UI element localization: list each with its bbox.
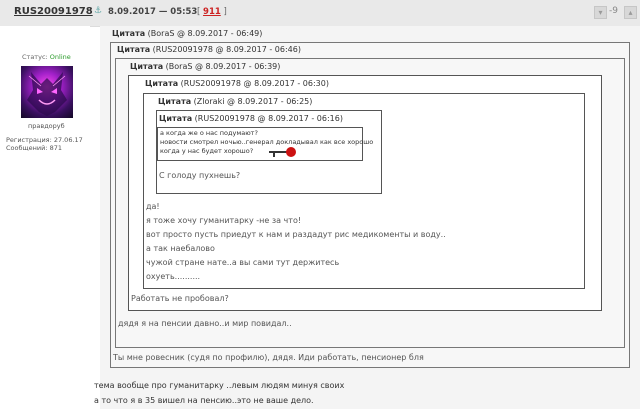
quote-line: новости смотрел ночью..генерал докладыва… [160,138,374,146]
post-author-link[interactable]: RUS20091978 [14,6,93,17]
post-rating: -9 [609,6,618,16]
quote-title: Цитата (BoraS @ 8.09.2017 - 06:39) [130,62,281,71]
user-status: Статус: Online [22,53,71,61]
post-content: Цитата (BoraS @ 8.09.2017 - 06:49) Цитат… [94,26,640,409]
user-rank: правдоруб [28,122,65,130]
quote-block-1: Цитата (RUS20091978 @ 8.09.2017 - 06:46)… [110,42,630,368]
quote-block-6: а когда же о нас подумают? новости смотр… [157,127,373,161]
reply-text: Работать не пробовал? [131,294,229,303]
quote-block-5: Цитата (RUS20091978 @ 8.09.2017 - 06:16)… [156,110,382,194]
post-body-line: а то что я в 35 вишел на пенсию..это не … [94,396,314,405]
reply-text: дядя я на пенсии давно..и мир повидал.. [118,319,292,328]
user-info-panel: Статус: Online правдоруб Регистрация: 27… [0,26,90,409]
post-date: 8.09.2017 — 05:53 [108,7,198,17]
quote-title: Цитата (RUS20091978 @ 8.09.2017 - 06:30) [145,79,329,88]
quote-block-4: Цитата (Zloraki @ 8.09.2017 - 06:25) Цит… [143,93,585,289]
post-body-line: тема вообще про гуманитарку ..левым людя… [94,381,345,390]
user-registration: Регистрация: 27.06.17 [6,136,83,144]
reply-line: я тоже хочу гуманитарку -не за что! [146,216,302,225]
post-number: [ 911 ] [197,7,227,17]
reply-text: С голоду пухнешь? [159,171,241,180]
vote-down-icon[interactable]: ▾ [594,6,607,19]
reply-line: охуеть.......... [146,272,201,281]
quote-block-3: Цитата (RUS20091978 @ 8.09.2017 - 06:30)… [128,75,602,311]
quote-line: когда у нас будет хорошо? [160,147,254,155]
quote-title: Цитата (Zloraki @ 8.09.2017 - 06:25) [158,97,313,106]
gun-emoticon-icon [269,147,296,157]
anchor-icon[interactable]: ⚓ [94,6,102,16]
reply-line: а так наебалово [146,244,215,253]
reply-line: вот просто пусть приедут к нам и раздаду… [146,230,446,239]
post-header: RUS20091978 ⚓ 8.09.2017 — 05:53 [ 911 ] … [0,0,640,27]
quote-line: а когда же о нас подумают? [160,129,258,137]
post-number-link[interactable]: 911 [203,7,221,17]
avatar[interactable] [21,66,73,118]
vote-up-icon[interactable]: ▴ [624,6,637,19]
reply-line: да! [146,202,160,211]
quote-title: Цитата (BoraS @ 8.09.2017 - 06:49) [112,29,263,38]
wolf-avatar-icon [27,72,67,116]
user-message-count: Сообщений: 871 [6,144,62,152]
quote-block-2: Цитата (BoraS @ 8.09.2017 - 06:39) Цитат… [115,58,625,348]
reply-line: чужой стране нате..а вы сами тут держите… [146,258,340,267]
quote-title: Цитата (RUS20091978 @ 8.09.2017 - 06:46) [117,45,301,54]
quote-title: Цитата (RUS20091978 @ 8.09.2017 - 06:16) [159,114,343,123]
reply-text: Ты мне ровесник (судя по профилю), дядя.… [113,353,424,362]
